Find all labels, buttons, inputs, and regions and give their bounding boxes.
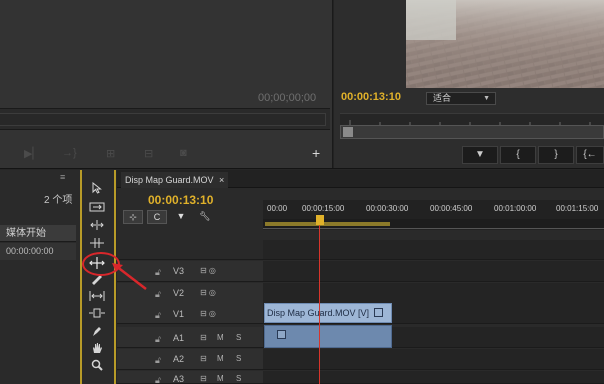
ruler-tick: 00:01:00:00 <box>494 204 537 213</box>
solo-button[interactable]: S <box>236 374 241 383</box>
step-forward-icon[interactable]: ▶▏ <box>24 147 41 160</box>
insert-icon[interactable]: ⊞ <box>106 147 115 160</box>
ruler-tick: 00:00:45:00 <box>430 204 473 213</box>
annotation-arrow <box>112 263 147 290</box>
ruler-tick: 00:00:30:00 <box>366 204 409 213</box>
work-area-bar[interactable] <box>265 222 390 226</box>
track-area-a2[interactable] <box>263 349 604 370</box>
mark-in-button[interactable]: { <box>500 146 536 164</box>
media-start-value: 00:00:00:00 <box>0 243 76 260</box>
lock-icon[interactable]: 🔓︎ <box>155 355 161 366</box>
hand-tool-icon[interactable] <box>87 342 107 358</box>
chevron-down-icon: ▼ <box>483 95 490 102</box>
eye-icon[interactable]: ⊟ ◎ <box>200 309 216 318</box>
sync-icon[interactable]: ⊟ <box>200 354 207 363</box>
tab-sequence[interactable]: Disp Map Guard.MOV × <box>121 172 229 188</box>
track-area-spacer <box>263 240 604 260</box>
program-ruler <box>340 113 604 126</box>
track-label-v3: V3 <box>173 266 185 276</box>
lock-icon[interactable]: 🔓︎ <box>155 310 161 321</box>
mark-out-button[interactable]: } <box>538 146 574 164</box>
add-marker-icon[interactable]: ▼ <box>171 210 191 224</box>
close-icon[interactable]: × <box>219 175 224 185</box>
zoom-tool-icon[interactable] <box>87 359 107 375</box>
playhead-handle[interactable] <box>316 215 324 225</box>
lock-icon[interactable]: 🔓︎ <box>155 267 161 278</box>
track-area-a3[interactable] <box>263 371 604 384</box>
solo-button[interactable]: S <box>236 333 241 342</box>
video-frame <box>406 0 604 88</box>
source-timecode: 00;00;00;00 <box>258 92 317 104</box>
lock-icon[interactable]: 🔓︎ <box>155 334 161 345</box>
add-button-icon[interactable]: + <box>312 145 320 161</box>
timeline-toolbar: ⊹ C ▼ 🔧︎ <box>123 210 253 224</box>
ruler-tick: 00:01:15:00 <box>556 204 599 213</box>
track-header-spacer <box>117 240 263 260</box>
slide-tool-icon[interactable] <box>87 307 107 323</box>
program-scrub-bar[interactable] <box>340 125 604 139</box>
eye-icon[interactable]: ⊟ ◎ <box>200 266 216 275</box>
track-header-v1 <box>117 303 263 324</box>
fit-dropdown[interactable]: 适合 ▼ <box>426 92 496 105</box>
ruler-tick: 00:00:15:00 <box>302 204 345 213</box>
scrub-knob[interactable] <box>343 127 353 137</box>
track-select-tool-icon[interactable] <box>87 201 107 217</box>
track-label-a1: A1 <box>173 333 185 343</box>
column-header-media-start[interactable]: 媒体开始 <box>0 225 76 242</box>
export-frame-icon[interactable]: ◙ <box>180 147 187 159</box>
eye-icon[interactable]: ⊟ ◎ <box>200 288 216 297</box>
mute-button[interactable]: M <box>217 374 224 383</box>
rolling-edit-tool-icon[interactable] <box>87 237 107 253</box>
source-controls: ▶▏ →} ⊞ ⊟ ◙ + <box>0 141 333 167</box>
timeline-timecode[interactable]: 00:00:13:10 <box>148 193 213 207</box>
sync-icon[interactable]: ⊟ <box>200 374 207 383</box>
track-area-v2[interactable] <box>263 283 604 304</box>
nest-icon[interactable]: ⊹ <box>123 210 143 224</box>
program-timecode: 00:00:13:10 <box>341 91 401 103</box>
slip-tool-icon[interactable] <box>87 290 107 306</box>
go-to-out-icon[interactable]: →} <box>62 147 77 159</box>
item-count: 2 个项 <box>44 195 73 206</box>
panel-menu-icon[interactable]: ≡ <box>60 172 65 182</box>
source-scrub-bar[interactable] <box>0 108 330 130</box>
lock-icon[interactable]: 🔓︎ <box>155 375 161 384</box>
sync-icon[interactable]: ⊟ <box>200 333 207 342</box>
track-label-a3: A3 <box>173 374 185 384</box>
solo-button[interactable]: S <box>236 354 241 363</box>
mute-button[interactable]: M <box>217 333 224 342</box>
track-area-v3[interactable] <box>263 261 604 282</box>
track-label-v1: V1 <box>173 309 185 319</box>
fit-dropdown-label: 适合 <box>433 93 452 103</box>
playhead-line[interactable] <box>319 225 320 384</box>
ripple-edit-tool-icon[interactable] <box>87 219 107 235</box>
video-clip[interactable]: Disp Map Guard.MOV [V] <box>264 303 392 323</box>
track-label-a2: A2 <box>173 354 185 364</box>
snap-icon[interactable]: C <box>147 210 167 224</box>
ruler-tick: 00:00 <box>267 204 288 213</box>
wrench-icon[interactable]: 🔧︎ <box>195 210 215 224</box>
mute-button[interactable]: M <box>217 354 224 363</box>
track-label-v2: V2 <box>173 288 185 298</box>
lock-icon[interactable]: 🔓︎ <box>155 289 161 300</box>
add-marker-button[interactable]: ▼ <box>462 146 498 164</box>
pen-tool-icon[interactable] <box>87 325 107 341</box>
selection-tool-icon[interactable] <box>87 181 107 198</box>
audio-clip[interactable] <box>264 325 392 348</box>
go-to-in-button[interactable]: {← <box>576 146 604 164</box>
overwrite-icon[interactable]: ⊟ <box>144 147 153 160</box>
fx-badge-icon <box>277 330 286 339</box>
fx-badge-icon <box>373 308 383 317</box>
tab-sequence-label: Disp Map Guard.MOV <box>125 175 214 185</box>
